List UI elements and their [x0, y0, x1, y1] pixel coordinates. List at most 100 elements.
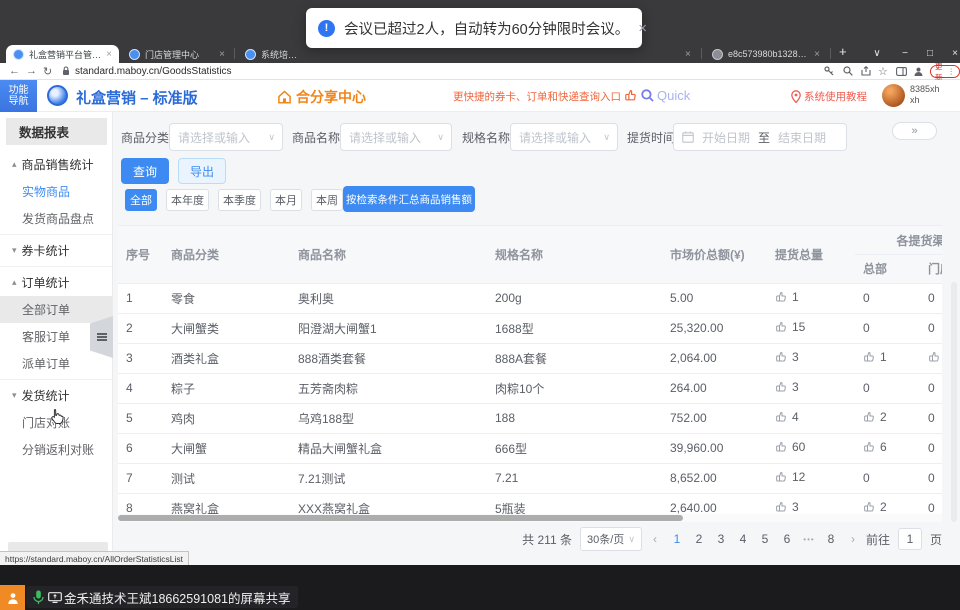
browser-tab-2[interactable]: 门店管理中心 ×	[122, 45, 232, 63]
data-table: 序号 商品分类 商品名称 规格名称 市场价总额(¥) 提货总量 各提货渠道 总部…	[118, 226, 942, 515]
table-row[interactable]: 3酒类礼盒888酒类套餐888A套餐2,064.0031	[118, 343, 942, 373]
user-avatar[interactable]	[882, 84, 905, 107]
range-button[interactable]: 本季度	[218, 189, 261, 211]
end-date-placeholder[interactable]: 结束日期	[778, 129, 826, 146]
export-button[interactable]: 导出	[178, 158, 226, 184]
next-page-icon[interactable]: ›	[848, 532, 858, 546]
page-size-select[interactable]: 30条/页 ∨	[580, 527, 642, 551]
banner-close-icon[interactable]: ×	[638, 20, 647, 37]
page-number[interactable]: 8	[822, 527, 840, 551]
sidebar-item[interactable]: 全部订单	[0, 296, 112, 323]
reload-icon[interactable]: ↻	[43, 63, 52, 79]
function-nav-toggle[interactable]: 功能 导航	[0, 80, 37, 112]
sidebar-item[interactable]: 发货商品盘点	[0, 205, 112, 232]
range-button[interactable]: 全部	[125, 189, 157, 211]
table-header: 序号 商品分类 商品名称 规格名称 市场价总额(¥) 提货总量 各提货渠道 总部…	[118, 226, 942, 283]
table-row[interactable]: 6大闸蟹精品大闸蟹礼盒666型39,960.006060	[118, 433, 942, 463]
expand-filters-button[interactable]: »	[892, 122, 937, 140]
zoom-icon[interactable]	[843, 63, 853, 79]
cell-store: 0	[920, 433, 942, 463]
tab-close-icon[interactable]: ×	[106, 49, 112, 60]
tab-close-icon[interactable]: ×	[685, 49, 691, 60]
tab-close-icon[interactable]: ×	[219, 49, 225, 60]
goto-page-input[interactable]	[898, 528, 922, 550]
share-center-link[interactable]: 合分享中心	[277, 87, 366, 107]
sidebar-item[interactable]: ▾券卡统计	[0, 237, 112, 264]
sidebar-item[interactable]: ▾发货统计	[0, 382, 112, 409]
bookmark-star-icon[interactable]: ☆	[878, 63, 888, 79]
date-range-separator: 至	[758, 129, 770, 146]
page-number[interactable]: 6	[778, 527, 796, 551]
new-tab-button[interactable]: +	[839, 44, 847, 59]
cell-hq: 0	[855, 313, 920, 343]
tab-favicon	[13, 49, 24, 60]
table-row[interactable]: 7测试7.21测试7.218,652.001200	[118, 463, 942, 493]
range-button[interactable]: 本周	[311, 189, 343, 211]
window-menu-icon[interactable]: ∨	[867, 44, 887, 62]
summary-button[interactable]: 按检索条件汇总商品销售额	[343, 186, 475, 212]
table-row[interactable]: 8燕窝礼盒XXX燕窝礼盒5瓶装2,640.00320	[118, 493, 942, 515]
thumb-up-icon	[775, 441, 787, 456]
date-range-input[interactable]: 开始日期 至 结束日期	[673, 123, 847, 151]
sidebar-item-label: 全部订单	[22, 301, 70, 318]
window-close-button[interactable]: ×	[945, 44, 960, 62]
page-number[interactable]: 1	[668, 527, 686, 551]
scrollbar-thumb[interactable]	[118, 515, 683, 521]
table-row[interactable]: 5鸡肉乌鸡188型188752.00420	[118, 403, 942, 433]
sidebar-divider	[0, 266, 112, 267]
sidebar-item[interactable]: ▴订单统计	[0, 269, 112, 296]
forward-icon[interactable]: →	[26, 63, 37, 79]
microphone-icon[interactable]	[33, 590, 44, 605]
window-maximize-button[interactable]: □	[920, 44, 940, 62]
name-select[interactable]: 请选择或输入 ∨	[340, 123, 452, 151]
chrome-update-button[interactable]: 更新 ⋮	[930, 65, 960, 78]
prev-page-icon[interactable]: ‹	[650, 532, 660, 546]
page-number[interactable]: 2	[690, 527, 708, 551]
tutorial-link[interactable]: 系统使用教程	[791, 89, 867, 104]
page-number[interactable]: 3	[712, 527, 730, 551]
range-button[interactable]: 本月	[270, 189, 302, 211]
sidebar-item[interactable]: ▴商品销售统计	[0, 151, 112, 178]
cell-value: 2	[880, 500, 887, 514]
horizontal-scrollbar[interactable]	[118, 514, 942, 522]
vertical-scrollbar[interactable]	[951, 282, 957, 522]
query-button[interactable]: 查询	[121, 158, 169, 184]
profile-icon[interactable]	[913, 63, 924, 79]
browser-tab-1[interactable]: 礼盒营销平台管理中心 ×	[6, 45, 119, 63]
browser-tab-hidden-close[interactable]: ×	[678, 45, 700, 63]
url-text[interactable]: standard.maboy.cn/GoodsStatistics	[75, 63, 232, 79]
sidebar-item[interactable]: 分销返利对账	[0, 436, 112, 463]
browser-tab-4[interactable]: e8c573980b1328a258fd2e6 ×	[705, 45, 827, 63]
page-number[interactable]: 5	[756, 527, 774, 551]
category-select[interactable]: 请选择或输入 ∨	[169, 123, 283, 151]
cell-name: 奥利奥	[290, 283, 487, 313]
quick-search[interactable]: Quick	[641, 88, 690, 103]
status-link-bubble: https://standard.maboy.cn/AllOrderStatis…	[0, 551, 189, 565]
page-size-value: 30条/页	[587, 531, 624, 547]
side-panel-icon[interactable]	[896, 63, 907, 79]
start-date-placeholder[interactable]: 开始日期	[702, 129, 750, 146]
key-icon[interactable]	[824, 63, 834, 79]
sidebar-item[interactable]: 派单订单	[0, 350, 112, 377]
sidebar-item-label: 分销返利对账	[22, 441, 94, 458]
table-row[interactable]: 4粽子五芳斋肉粽肉粽10个264.00300	[118, 373, 942, 403]
share-icon[interactable]	[861, 63, 871, 79]
table-row[interactable]: 2大闸蟹类阳澄湖大闸蟹11688型25,320.001500	[118, 313, 942, 343]
window-minimize-button[interactable]: −	[895, 44, 915, 62]
sidebar-item[interactable]: 实物商品	[0, 178, 112, 205]
page-number[interactable]: 4	[734, 527, 752, 551]
page-number[interactable]: •••	[800, 527, 818, 551]
spec-select[interactable]: 请选择或输入 ∨	[510, 123, 618, 151]
cell-pickup: 3	[767, 373, 855, 403]
meeting-app-icon[interactable]	[0, 585, 25, 610]
caret-down-icon: ▾	[12, 245, 17, 256]
tab-close-icon[interactable]: ×	[814, 49, 820, 60]
user-name-sub: xh	[910, 95, 940, 106]
browser-tab-3[interactable]: 系统培训学习	[238, 45, 310, 63]
cell-category: 燕窝礼盒	[163, 493, 290, 515]
table-row[interactable]: 1零食奥利奥200g5.00100	[118, 283, 942, 313]
tab-title: 系统培训学习	[261, 48, 303, 61]
brand-logo-icon	[47, 85, 68, 106]
back-icon[interactable]: ←	[9, 63, 20, 79]
range-button[interactable]: 本年度	[166, 189, 209, 211]
